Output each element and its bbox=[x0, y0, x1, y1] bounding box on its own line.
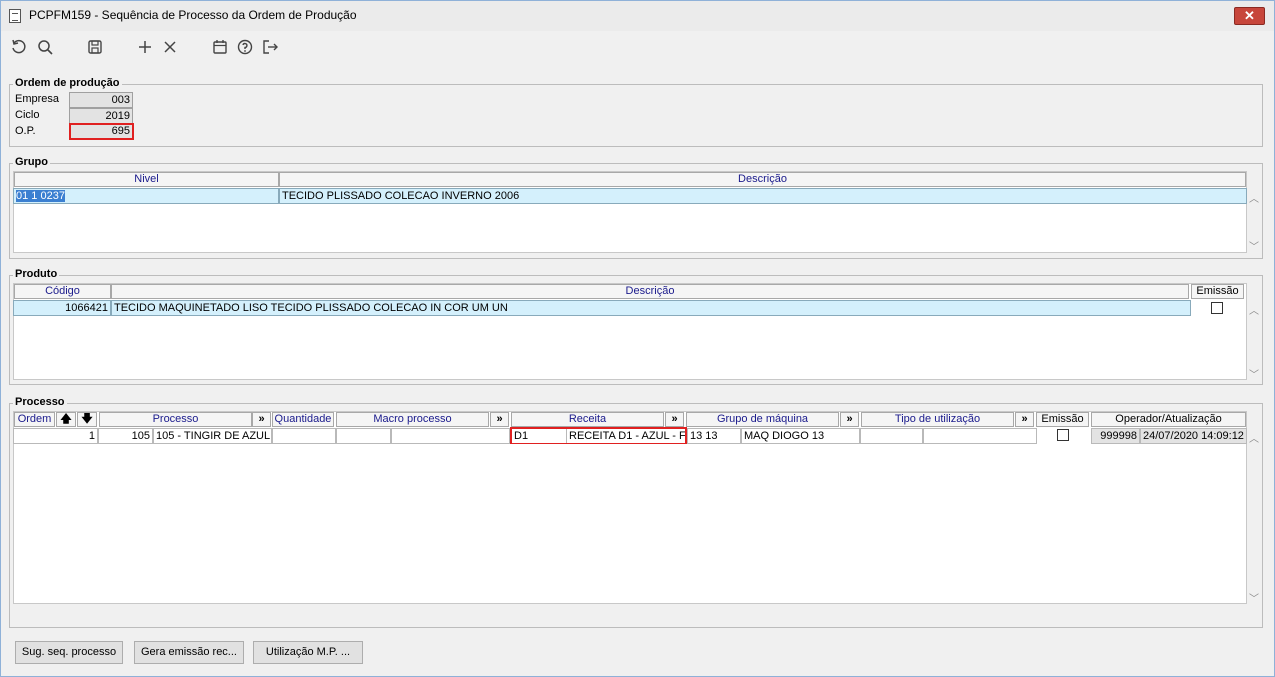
receita-expand-icon[interactable]: » bbox=[665, 412, 684, 427]
processo-header-operador[interactable]: Operador/Atualização bbox=[1091, 412, 1246, 427]
produto-scroll-up-icon[interactable]: ︿ bbox=[1249, 302, 1259, 317]
window-title: PCPFM159 - Sequência de Processo da Orde… bbox=[29, 8, 357, 22]
processo-cell-receita-desc[interactable]: RECEITA D1 - AZUL - FIO bbox=[566, 429, 685, 443]
processo-header-processo[interactable]: Processo bbox=[99, 412, 252, 427]
processo-cell-ordem[interactable]: 1 bbox=[13, 428, 98, 444]
ordem-producao-title: Ordem de produção bbox=[13, 77, 122, 89]
processo-title: Processo bbox=[13, 396, 67, 408]
save-icon[interactable] bbox=[84, 36, 106, 58]
ciclo-field: 2019 bbox=[69, 108, 133, 124]
processo-cell-processo-cod[interactable]: 105 bbox=[98, 428, 153, 444]
utilizacao-mp-button[interactable]: Utilização M.P. ... bbox=[253, 641, 363, 664]
processo-cell-grupo-desc[interactable]: MAQ DIOGO 13 bbox=[741, 428, 860, 444]
grupo-cell-descricao[interactable]: TECIDO PLISSADO COLECAO INVERNO 2006 bbox=[279, 188, 1247, 204]
produto-title: Produto bbox=[13, 268, 60, 280]
grupo-nivel-value: 01 1 0237 bbox=[16, 190, 65, 202]
processo-header-receita[interactable]: Receita bbox=[511, 412, 664, 427]
empresa-label: Empresa bbox=[15, 93, 60, 105]
plus-icon[interactable] bbox=[134, 36, 156, 58]
grupo-header-nivel[interactable]: Nivel bbox=[14, 172, 279, 187]
grupo-title: Grupo bbox=[13, 156, 50, 168]
processo-header-macro[interactable]: Macro processo bbox=[336, 412, 489, 427]
processo-header-ordem[interactable]: Ordem bbox=[14, 412, 55, 427]
processo-cell-atualizacao: 24/07/2020 14:09:12 bbox=[1140, 428, 1247, 444]
processo-header-grupo-maquina[interactable]: Grupo de máquina bbox=[686, 412, 839, 427]
refresh-icon[interactable] bbox=[8, 36, 30, 58]
close-icon[interactable] bbox=[159, 36, 181, 58]
grupo-cell-nivel[interactable]: 01 1 0237 bbox=[13, 188, 279, 204]
grupo-scroll-down-icon[interactable]: ﹀ bbox=[1249, 238, 1259, 253]
processo-cell-grupo-cod[interactable]: 13 13 bbox=[687, 428, 741, 444]
produto-scroll-down-icon[interactable]: ﹀ bbox=[1249, 366, 1259, 381]
processo-cell-processo-desc[interactable]: 105 - TINGIR DE AZUL (I bbox=[153, 428, 272, 444]
document-icon bbox=[9, 9, 21, 23]
sug-seq-processo-button[interactable]: Sug. seq. processo bbox=[15, 641, 123, 664]
processo-scroll-up-icon[interactable]: ︿ bbox=[1249, 430, 1259, 445]
grupo-maquina-expand-icon[interactable]: » bbox=[840, 412, 859, 427]
exit-icon[interactable] bbox=[259, 36, 281, 58]
produto-header-codigo[interactable]: Código bbox=[14, 284, 111, 299]
processo-expand-icon[interactable]: » bbox=[252, 412, 271, 427]
processo-cell-tipo-cod[interactable] bbox=[860, 428, 923, 444]
processo-cell-quantidade[interactable] bbox=[272, 428, 336, 444]
move-down-icon[interactable]: 🡇 bbox=[77, 412, 97, 427]
grupo-header-descricao[interactable]: Descrição bbox=[279, 172, 1246, 187]
calendar-icon[interactable] bbox=[209, 36, 231, 58]
processo-cell-tipo-desc[interactable] bbox=[923, 428, 1037, 444]
produto-cell-codigo[interactable]: 1066421 bbox=[13, 300, 111, 316]
produto-cell-descricao[interactable]: TECIDO MAQUINETADO LISO TECIDO PLISSADO … bbox=[111, 300, 1191, 316]
close-window-button[interactable]: ✕ bbox=[1234, 7, 1265, 25]
grupo-scroll-up-icon[interactable]: ︿ bbox=[1249, 190, 1259, 205]
tipo-utilizacao-expand-icon[interactable]: » bbox=[1015, 412, 1034, 427]
help-icon[interactable] bbox=[234, 36, 256, 58]
produto-header-descricao[interactable]: Descrição bbox=[111, 284, 1189, 299]
op-label: O.P. bbox=[15, 125, 36, 137]
processo-header-quantidade[interactable]: Quantidade bbox=[272, 412, 334, 427]
processo-header-tipo-utilizacao[interactable]: Tipo de utilização bbox=[861, 412, 1014, 427]
processo-cell-operador: 999998 bbox=[1091, 428, 1140, 444]
produto-emissao-checkbox[interactable] bbox=[1211, 302, 1223, 314]
ordem-producao-group bbox=[9, 84, 1263, 147]
empresa-field: 003 bbox=[69, 92, 133, 108]
processo-scroll-down-icon[interactable]: ﹀ bbox=[1249, 590, 1259, 605]
search-icon[interactable] bbox=[34, 36, 56, 58]
ciclo-label: Ciclo bbox=[15, 109, 40, 121]
processo-cell-macro-desc[interactable] bbox=[391, 428, 510, 444]
move-up-icon[interactable]: 🡅 bbox=[56, 412, 76, 427]
macro-expand-icon[interactable]: » bbox=[490, 412, 509, 427]
processo-header-emissao[interactable]: Emissão bbox=[1036, 412, 1089, 427]
op-field[interactable]: 695 bbox=[69, 123, 134, 140]
processo-emissao-checkbox[interactable] bbox=[1057, 429, 1069, 441]
processo-cell-receita-cod[interactable]: D1 bbox=[512, 429, 566, 443]
gera-emissao-button[interactable]: Gera emissão rec... bbox=[134, 641, 244, 664]
produto-header-emissao[interactable]: Emissão bbox=[1191, 284, 1244, 299]
processo-cell-macro-cod[interactable] bbox=[336, 428, 391, 444]
